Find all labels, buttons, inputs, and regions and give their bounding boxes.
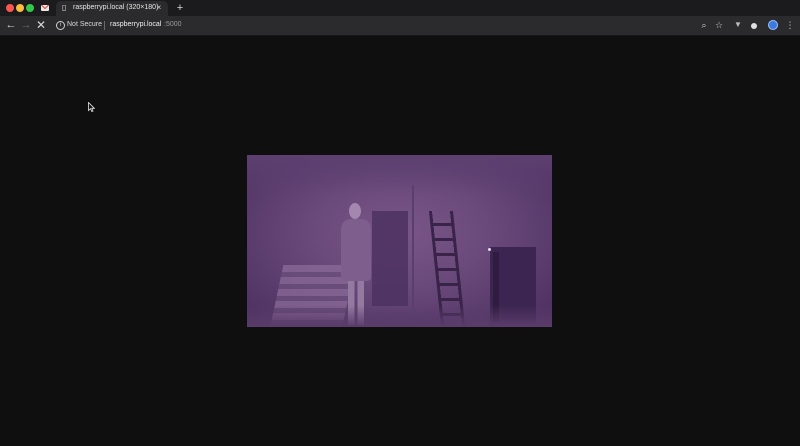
tab-strip: ▯ raspberrypi.local (320×180) × +	[0, 0, 800, 16]
forward-button[interactable]: →	[19, 18, 33, 32]
tab-close-icon[interactable]: ×	[154, 3, 164, 13]
zoom-icon[interactable]: ⌕	[698, 18, 710, 32]
info-icon[interactable]: i	[56, 21, 65, 30]
address-bar[interactable]: i Not Secure raspberrypi.local :5000	[52, 18, 688, 33]
security-label[interactable]: Not Secure	[67, 20, 102, 30]
extension-v-icon[interactable]: ▼	[732, 18, 744, 32]
stream-floor	[247, 305, 552, 327]
document-icon: ▯	[62, 3, 67, 12]
stop-loading-button[interactable]: ✕	[34, 18, 48, 32]
close-window-button[interactable]	[6, 4, 14, 12]
minimize-window-button[interactable]	[16, 4, 24, 12]
mouse-cursor-icon	[88, 102, 95, 112]
back-button[interactable]: ←	[4, 18, 18, 32]
profile-avatar[interactable]	[768, 20, 778, 30]
maximize-window-button[interactable]	[26, 4, 34, 12]
url-port[interactable]: :5000	[164, 20, 182, 30]
active-tab[interactable]: ▯ raspberrypi.local (320×180) ×	[56, 1, 168, 16]
url-host[interactable]: raspberrypi.local	[110, 20, 161, 30]
extension-dot-icon[interactable]	[748, 18, 760, 32]
pinned-tab-gmail[interactable]	[40, 3, 50, 13]
stream-person-head	[349, 203, 361, 219]
tab-title: raspberrypi.local (320×180)	[73, 4, 159, 11]
stream-doorway	[372, 211, 408, 306]
stream-light-point	[488, 248, 491, 251]
stream-person-body	[341, 219, 371, 281]
stream-wall-edge	[412, 185, 414, 310]
new-tab-button[interactable]: +	[174, 1, 186, 15]
url-separator	[104, 21, 105, 30]
browser-menu-icon[interactable]: ⋮	[784, 18, 796, 32]
gmail-icon	[41, 5, 49, 11]
stream-ceiling	[247, 155, 552, 195]
camera-stream-image	[247, 155, 552, 327]
page-viewport	[0, 36, 800, 446]
browser-toolbar: ← → ✕ i Not Secure raspberrypi.local :50…	[0, 16, 800, 36]
bookmark-star-icon[interactable]: ☆	[713, 18, 725, 32]
